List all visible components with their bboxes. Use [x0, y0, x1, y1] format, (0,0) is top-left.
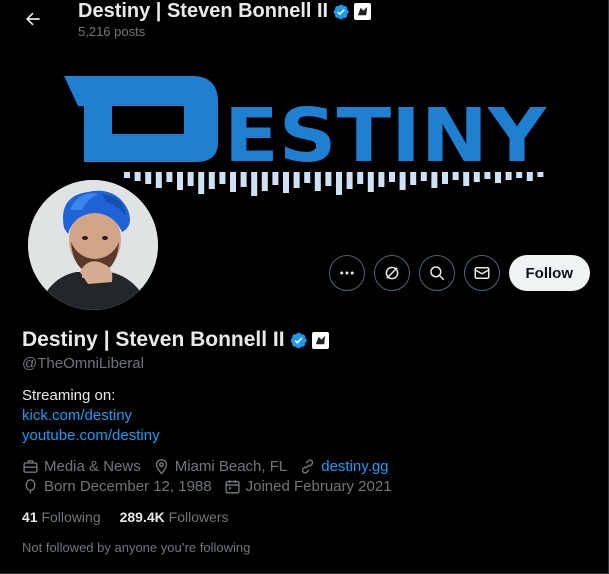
logo-equalizer-bar — [134, 172, 141, 181]
logo-equalizer-bar — [463, 172, 470, 186]
category-text: Media & News — [44, 458, 141, 475]
profile-meta-row-1: Media & News Miami Beach, FL destiny.gg — [22, 458, 401, 475]
not-followed-notice: Not followed by anyone you’re following — [22, 540, 251, 555]
user-handle: @TheOmniLiberal — [22, 355, 144, 372]
logo-equalizer-bar — [431, 172, 438, 188]
search-profile-button[interactable] — [418, 255, 455, 291]
verified-icon[interactable] — [289, 331, 308, 350]
more-button[interactable] — [328, 255, 365, 291]
grok-button[interactable] — [373, 255, 410, 291]
grok-icon — [385, 266, 398, 280]
logo-equalizer-bar — [251, 172, 258, 196]
message-icon — [474, 267, 489, 279]
logo-equalizer-bar — [420, 172, 427, 181]
balloon-icon — [25, 479, 36, 494]
logo-equalizer-bar — [389, 172, 395, 182]
logo-equalizer-bar — [526, 172, 533, 181]
website-link[interactable]: destiny.gg — [321, 458, 388, 475]
logo-equalizer-bar — [261, 172, 268, 191]
logo-equalizer-bar — [293, 172, 300, 188]
followers-link[interactable]: 289.4K Followers — [120, 509, 229, 525]
header-name-text: Destiny | Steven Bonnell II — [78, 0, 329, 22]
website-item[interactable]: destiny.gg — [299, 458, 389, 475]
joined-item: Joined February 2021 — [224, 478, 392, 495]
logo-equalizer-bar — [336, 172, 342, 195]
svg-text:ESTINY: ESTINY — [224, 93, 548, 179]
following-count: 41 — [22, 509, 38, 525]
logo-equalizer-bar — [410, 172, 417, 185]
top-bar: Destiny | Steven Bonnell II 5,216 posts — [0, 0, 608, 50]
profile-meta-row-2: Born December 12, 1988 Joined February 2… — [22, 478, 404, 495]
category-item: Media & News — [22, 458, 141, 475]
location-text: Miami Beach, FL — [174, 458, 288, 475]
logo-equalizer-bar — [314, 172, 321, 191]
logo-equalizer-bar — [537, 172, 544, 177]
logo-equalizer-bar — [367, 172, 374, 192]
bio-link-youtube[interactable]: youtube.com/destiny — [22, 426, 160, 446]
logo-equalizer-bar — [198, 172, 205, 194]
logo-equalizer-bar — [505, 172, 512, 180]
affiliate-badge-icon[interactable] — [311, 331, 329, 349]
bio-text: Streaming on: — [22, 387, 116, 404]
briefcase-icon — [23, 460, 38, 473]
logo-equalizer-bar — [442, 172, 448, 184]
logo-equalizer-bar — [484, 172, 491, 179]
logo-equalizer-bar — [240, 172, 247, 187]
more-icon — [339, 271, 354, 275]
location-pin-icon — [155, 459, 167, 475]
affiliate-badge-icon — [354, 3, 372, 20]
logo-equalizer-bar — [155, 172, 162, 188]
logo-equalizer-bar — [272, 172, 279, 185]
header-name: Destiny | Steven Bonnell II — [78, 0, 372, 23]
bio: Streaming on: kick.com/destiny youtube.c… — [22, 386, 160, 446]
logo-equalizer-bar — [145, 172, 152, 184]
logo-equalizer-bar — [304, 172, 311, 183]
follow-counts: 41 Following 289.4K Followers — [22, 509, 229, 525]
logo-equalizer-bar — [177, 172, 183, 190]
bio-link-kick[interactable]: kick.com/destiny — [22, 406, 160, 426]
logo-equalizer-bar — [187, 172, 194, 186]
logo-equalizer-bar — [357, 172, 364, 184]
logo-equalizer-bar — [495, 172, 501, 183]
display-name: Destiny | Steven Bonnell II — [22, 328, 329, 352]
logo-equalizer-bar — [208, 172, 215, 189]
logo-equalizer-bar — [378, 172, 385, 187]
display-name-text: Destiny | Steven Bonnell II — [22, 328, 285, 351]
logo-equalizer-bar — [473, 172, 480, 182]
logo-equalizer-bar — [219, 172, 226, 184]
avatar[interactable] — [24, 176, 162, 314]
followers-label: Followers — [168, 509, 229, 525]
following-link[interactable]: 41 Following — [22, 509, 101, 525]
calendar-icon — [225, 480, 240, 494]
search-icon — [429, 266, 444, 281]
following-label: Following — [41, 509, 101, 525]
birthday-text: Born December 12, 1988 — [44, 478, 212, 495]
joined-text: Joined February 2021 — [245, 478, 392, 495]
logo-equalizer-bar — [124, 172, 130, 178]
logo-equalizer-bar — [283, 172, 289, 193]
avatar-image — [28, 180, 158, 310]
profile-actions: Follow — [328, 255, 590, 291]
followers-count: 289.4K — [119, 509, 165, 525]
link-icon — [302, 459, 314, 474]
message-button[interactable] — [463, 255, 500, 291]
back-button[interactable] — [18, 4, 48, 34]
logo-equalizer-bar — [452, 172, 459, 180]
logo-equalizer-bar — [399, 172, 406, 190]
location-item: Miami Beach, FL — [153, 458, 288, 475]
verified-icon — [332, 3, 350, 21]
logo-equalizer-bar — [516, 172, 523, 178]
post-count: 5,216 posts — [78, 24, 146, 39]
profile-page: Destiny | Steven Bonnell II 5,216 posts … — [0, 0, 609, 574]
birthday-item: Born December 12, 1988 — [22, 478, 212, 495]
logo-equalizer-bar — [230, 172, 236, 192]
follow-button[interactable]: Follow — [508, 255, 590, 291]
logo-equalizer-bar — [325, 172, 332, 186]
logo-equalizer-bar — [346, 172, 353, 189]
back-arrow-icon — [26, 12, 40, 26]
logo-equalizer-bar — [166, 172, 173, 182]
